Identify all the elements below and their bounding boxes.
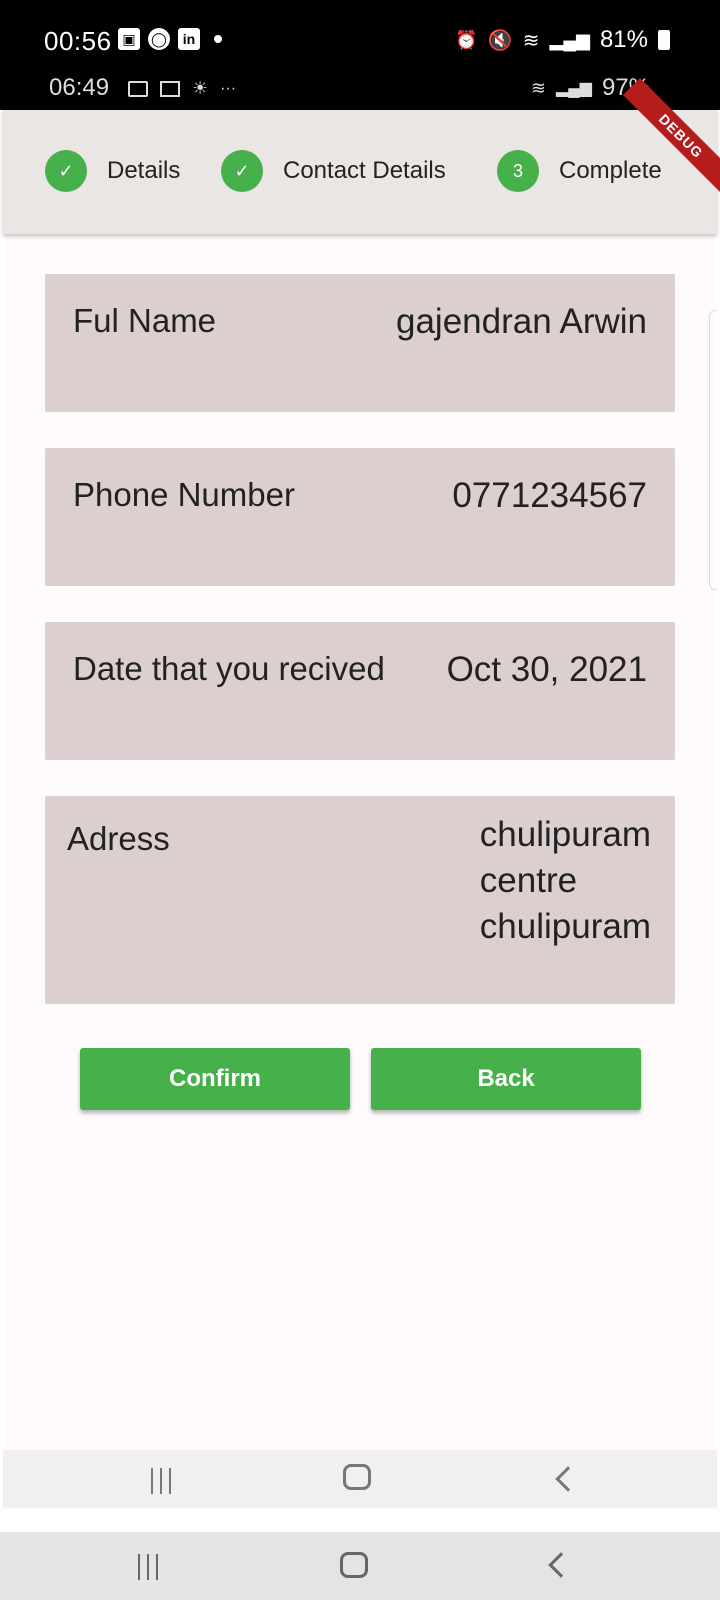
- confirm-button[interactable]: Confirm: [80, 1048, 350, 1110]
- app-screen: ✓ Details ✓ Contact Details 3 Complete D…: [3, 78, 720, 1510]
- outer-status-time: 00:56: [44, 26, 112, 56]
- battery-icon: [658, 30, 670, 50]
- gallery-icon: ▣: [118, 28, 140, 50]
- back-icon[interactable]: [555, 1466, 581, 1492]
- more-icon: ···: [220, 79, 237, 97]
- step-details[interactable]: ✓ Details: [45, 150, 180, 192]
- wifi-icon: ≋: [522, 29, 540, 52]
- check-icon: ✓: [45, 150, 87, 192]
- gallery-icon: [128, 80, 148, 97]
- whatsapp-icon: ◯: [148, 28, 170, 50]
- outer-system-icons: ⏰ 🔇 ≋ ▂▄▆ 81%: [455, 26, 670, 54]
- field-value: gajendran Arwin: [396, 302, 647, 341]
- laptop-icon: [160, 80, 180, 97]
- home-icon[interactable]: [343, 1464, 371, 1490]
- address-line: centre: [479, 861, 578, 900]
- signal-icon: ▂▄▆: [549, 29, 590, 50]
- field-card-full-name: Ful Name gajendran Arwin: [45, 274, 675, 412]
- address-line: chulipuram: [479, 907, 651, 946]
- inner-status-time: 06:49: [49, 74, 110, 101]
- stepper-header: ✓ Details ✓ Contact Details 3 Complete D…: [3, 78, 720, 234]
- field-label: Phone Number: [73, 476, 295, 513]
- step-label: Complete: [559, 157, 662, 184]
- inner-navigation-bar: [3, 1450, 717, 1508]
- step-contact-details[interactable]: ✓ Contact Details: [221, 150, 446, 192]
- back-icon[interactable]: [548, 1552, 574, 1578]
- field-value: Oct 30, 2021: [446, 650, 647, 689]
- field-label: Date that you recived: [73, 650, 385, 687]
- field-value-multiline: chulipuram centre chulipuram: [480, 812, 651, 950]
- field-value: 0771234567: [452, 476, 647, 515]
- alarm-icon: ⏰: [455, 29, 478, 50]
- inner-status-bar: 06:49 ☀ ··· ≋ ▂▄▆ 97%: [0, 70, 720, 110]
- field-label: Adress: [67, 820, 170, 857]
- linkedin-icon: in: [178, 28, 200, 50]
- outer-notification-icons: ▣ ◯ in: [118, 28, 222, 50]
- more-notifications-dot-icon: [214, 35, 222, 43]
- field-card-phone-number: Phone Number 0771234567: [45, 448, 675, 586]
- weather-icon: ☀: [192, 78, 209, 98]
- outer-navigation-bar: [0, 1532, 720, 1600]
- recents-icon[interactable]: [151, 1468, 171, 1494]
- wifi-icon: ≋: [530, 77, 546, 98]
- field-label: Ful Name: [73, 302, 217, 339]
- outer-battery-percent: 81%: [599, 26, 648, 53]
- scrollbar[interactable]: [709, 310, 717, 590]
- step-label: Contact Details: [283, 157, 446, 184]
- field-card-date-received: Date that you recived Oct 30, 2021: [45, 622, 675, 760]
- recents-icon[interactable]: [138, 1554, 158, 1580]
- step-number-badge: 3: [497, 150, 539, 192]
- step-label: Details: [107, 157, 181, 184]
- signal-icon: ▂▄▆: [556, 80, 592, 97]
- field-card-address: Adress chulipuram centre chulipuram: [45, 796, 675, 1004]
- mute-icon: 🔇: [487, 29, 513, 52]
- outer-status-bar: 00:56 ▣ ◯ in ⏰ 🔇 ≋ ▂▄▆ 81%: [0, 0, 720, 80]
- address-line: chulipuram: [479, 815, 651, 854]
- check-icon: ✓: [221, 150, 263, 192]
- step-complete[interactable]: 3 Complete: [497, 150, 662, 192]
- back-button[interactable]: Back: [371, 1048, 641, 1110]
- inner-notification-icons: ☀ ···: [128, 78, 236, 99]
- home-icon[interactable]: [340, 1552, 368, 1578]
